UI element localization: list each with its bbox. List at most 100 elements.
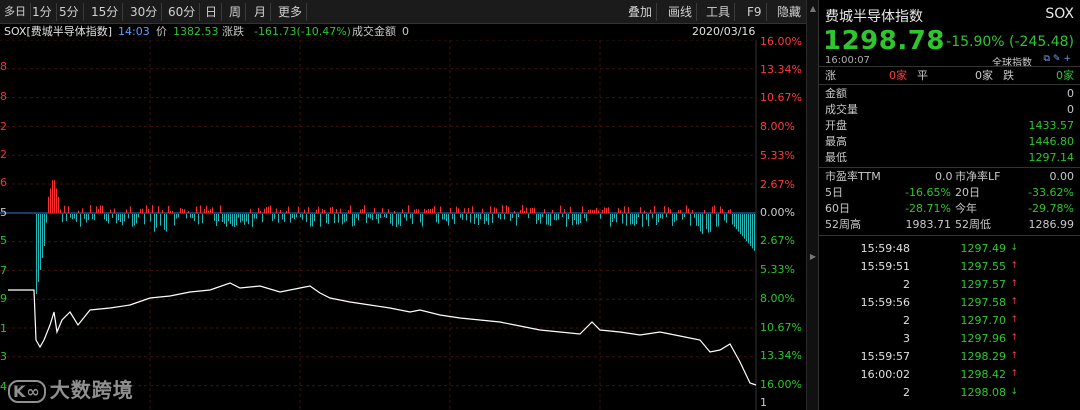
period-day[interactable]: 日 [201,3,223,21]
volume-bar-up [82,208,83,213]
volume-bar-up [520,209,521,213]
volume-bar-down [358,214,359,221]
volume-bar-down [190,214,191,218]
volume-bar-down [290,214,291,223]
tick-time: 15:59:56 [860,296,910,309]
panel-view-icons[interactable]: ⧉✎+ [1043,54,1074,64]
volume-bar-up [588,210,589,213]
period-30min[interactable]: 30分 [126,3,163,21]
tick-time: 15:59:48 [860,242,910,255]
volume-bar-down [642,214,643,227]
overlay-button[interactable]: 叠加 [624,3,658,21]
panel-splitter[interactable]: ▲ ▶ [806,0,818,410]
volume-bar-down [390,214,391,224]
period-60min[interactable]: 60分 [164,3,201,21]
tick-price: 1297.55 [960,260,1007,273]
volume-bar-down [562,214,563,218]
period-15min[interactable]: 15分 [87,3,124,21]
volume-bar-down [750,214,751,246]
right-axis-label: 13.34% [760,63,802,76]
left-axis-label: 9 [0,292,7,305]
period-multiday[interactable]: 多日 [0,3,31,21]
intraday-chart[interactable]: 8 8 2 2 6 5 5 7 9 1 3 4 16.00% 13.34% 10… [0,35,806,410]
volume-bar-down [108,214,109,224]
chart-canvas[interactable] [0,40,806,410]
price-line [8,282,757,386]
volume-bar-up [280,210,281,213]
volume-bar-up [98,208,99,213]
volume-bar-up [598,210,599,213]
volume-bar-down [478,214,479,225]
volume-bar-down [550,214,551,226]
volume-bar-up [276,208,277,213]
volume-bar-down [580,214,581,223]
volume-bar-up [408,205,409,213]
volume-bar-down [638,214,639,218]
volume-bar-down [166,214,167,232]
volume-bar-down [752,214,753,249]
volume-bar-up [650,209,651,213]
cursor-change: -161.73(-10.47%) [254,25,351,38]
volume-bar-up [582,206,583,213]
volume-bar-down [460,214,461,218]
volume-bar-up [286,210,287,213]
volume-bar-down [576,214,577,225]
volume-bar-down [174,214,175,226]
volume-bar-down [74,214,75,219]
period-more[interactable]: 更多 [274,3,308,21]
volume-bar-down [154,214,155,232]
volume-bar-up [350,205,351,213]
arrow-up-icon: ↑ [1010,297,1018,307]
period-week[interactable]: 周 [225,3,247,21]
hide-button[interactable]: 隐藏 [773,3,805,21]
52-week-row: 52周高 1983.71 52周低 1286.99 [825,218,1074,231]
volume-bar-up [48,196,49,213]
f9-button[interactable]: F9 [743,3,767,21]
volume-bar-up [270,205,271,213]
volume-bar-up [264,208,265,213]
chart-header: SOX[费城半导体指数] 14:03 价 1382.53 涨跌 -161.73(… [0,24,806,40]
volume-bar-down [226,214,227,227]
volume-bar-down [176,214,177,219]
period-1min[interactable]: 1分 [28,3,57,21]
tick-row: 16:00:02 1298.42 ↑ [825,367,1020,382]
period-month[interactable]: 月 [250,3,272,21]
volume-bar-down [272,214,273,221]
market-breadth-row: 涨 0家 平 0家 跌 0家 [825,68,1074,83]
volume-bar-up [200,205,201,213]
volume-bar-down [282,214,283,220]
volume-bar-up [714,205,715,213]
volume-bar-down [380,214,381,218]
volume-bar-up [544,209,545,213]
volume-bar-up [102,205,103,213]
volume-bar-up [50,188,51,213]
volume-bar-up [52,180,53,213]
volume-bar-up [522,205,523,213]
volume-bar-down [632,214,633,225]
volume-bar-down [396,214,397,227]
arrow-up-icon: ↑ [1010,261,1018,271]
volume-bar-up [100,205,101,213]
tick-row: 2 1297.57 ↑ [825,277,1020,292]
period-5min[interactable]: 5分 [55,3,84,21]
volume-bar-down [732,214,733,225]
volume-bar-up [618,208,619,213]
draw-line-button[interactable]: 画线 [664,3,698,21]
volume-bar-up [506,205,507,213]
volume-bar-down [626,214,627,226]
tick-row: 15:59:48 1297.49 ↓ [825,241,1020,256]
volume-bar-up [670,209,671,213]
volume-bar-up [110,209,111,213]
volume-bar-down [354,214,355,226]
volume-label: 成交金额 [352,25,396,38]
volume-bar-up [720,206,721,213]
volume-bar-down [448,214,449,226]
tick-time: 3 [903,332,910,345]
tools-button[interactable]: 工具 [702,3,736,21]
right-axis-bottom-label: 1 [760,396,767,409]
volume-bar-down [254,214,255,219]
volume-bar-down [40,214,41,270]
volume-bar-down [702,214,703,235]
volume-bar-up [360,209,361,213]
volume-bar-up [298,206,299,213]
